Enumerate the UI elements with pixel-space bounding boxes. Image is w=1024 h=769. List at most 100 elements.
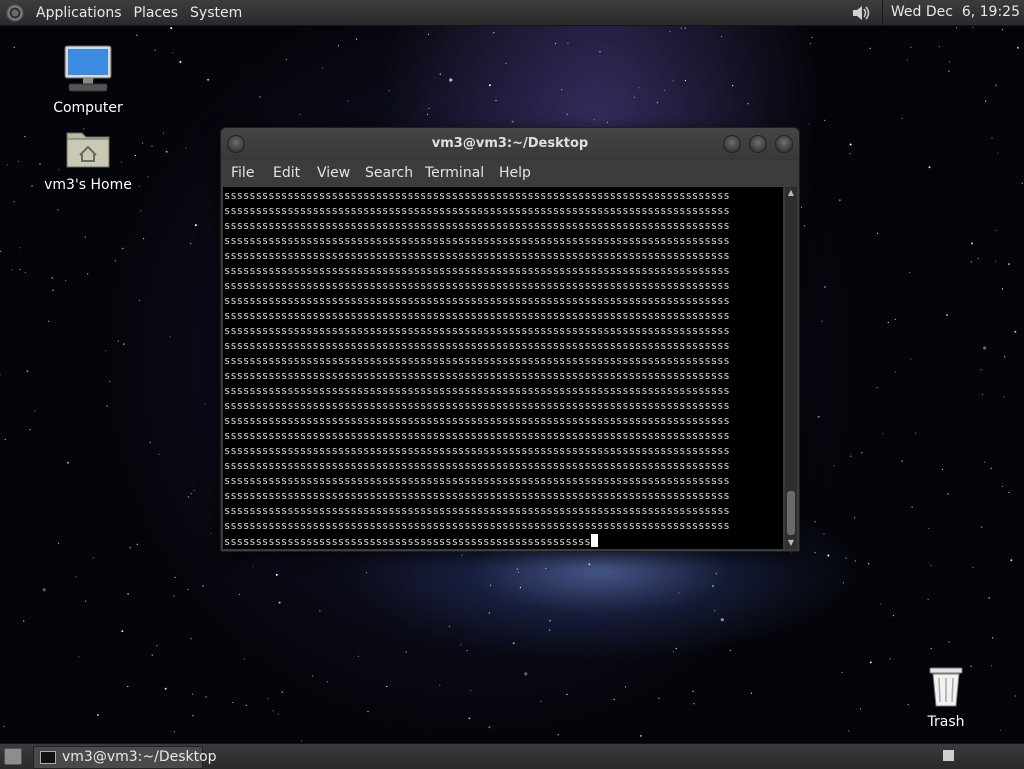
star (972, 26, 974, 28)
star (52, 289, 54, 291)
star (901, 117, 903, 120)
star (386, 685, 388, 688)
star (162, 132, 165, 134)
terminal-line: ssssssssssssssssssssssssssssssssssssssss… (224, 265, 730, 277)
star (42, 588, 46, 592)
star (490, 584, 492, 586)
star (849, 143, 852, 146)
desktop-icon-trash[interactable]: Trash (896, 664, 996, 730)
star (24, 271, 26, 273)
menu-view[interactable]: View (317, 165, 350, 181)
star (811, 36, 813, 39)
star (252, 565, 254, 567)
menu-search[interactable]: Search (365, 165, 413, 181)
terminal-line: ssssssssssssssssssssssssssssssssssssssss… (224, 520, 730, 532)
scroll-down-arrow-icon[interactable]: ▼ (786, 538, 796, 548)
star (17, 160, 19, 162)
scroll-thumb[interactable] (787, 491, 795, 535)
star (1004, 356, 1006, 358)
star (66, 461, 69, 464)
star (712, 585, 714, 587)
star (1001, 288, 1004, 290)
system-menu[interactable]: System (184, 5, 248, 21)
star (461, 554, 463, 556)
star (928, 166, 931, 169)
star (732, 85, 734, 87)
star (449, 78, 453, 82)
star (588, 563, 591, 566)
terminal-output[interactable]: ssssssssssssssssssssssssssssssssssssssss… (223, 187, 783, 549)
star (129, 546, 132, 549)
volume-icon[interactable] (850, 2, 872, 24)
terminal-line: ssssssssssssssssssssssssssssssssssssssss… (224, 385, 730, 397)
clock[interactable]: Wed Dec 6, 19:25 (881, 0, 1020, 25)
star (1015, 695, 1017, 697)
star (824, 119, 826, 121)
places-menu[interactable]: Places (128, 5, 185, 21)
maximize-button[interactable] (749, 135, 767, 153)
star (202, 585, 204, 587)
star (154, 49, 156, 51)
star (75, 576, 77, 578)
star (147, 176, 149, 178)
star (524, 672, 528, 676)
star (941, 468, 944, 470)
star (915, 432, 917, 434)
star (990, 467, 992, 469)
star (106, 405, 109, 408)
terminal-line: ssssssssssssssssssssssssssssssssssssssss… (224, 325, 730, 337)
star (845, 557, 847, 559)
star (1002, 485, 1004, 487)
star (854, 517, 856, 519)
star (985, 100, 987, 102)
terminal-line: ssssssssssssssssssssssssssssssssssssssss… (224, 370, 730, 382)
distro-logo-icon[interactable] (6, 3, 24, 22)
star (243, 658, 245, 660)
star (24, 136, 26, 138)
menu-file[interactable]: File (231, 165, 254, 181)
workspace-switcher[interactable] (942, 749, 955, 762)
star (729, 649, 731, 652)
terminal-line: ssssssssssssssssssssssssssssssssssssssss… (224, 460, 730, 472)
star (405, 651, 407, 653)
scroll-up-arrow-icon[interactable]: ▲ (786, 188, 796, 198)
star (750, 692, 753, 694)
star (156, 645, 158, 647)
star (19, 247, 21, 249)
close-button[interactable] (775, 135, 793, 153)
star (593, 119, 595, 121)
desktop-icon-home[interactable]: vm3's Home (38, 127, 138, 193)
star (448, 625, 450, 627)
minimize-button[interactable] (723, 135, 741, 153)
star (190, 243, 192, 245)
menu-edit[interactable]: Edit (273, 165, 300, 181)
star (194, 224, 197, 227)
desktop-icon-label: vm3's Home (44, 177, 132, 193)
star (267, 698, 269, 700)
star (205, 696, 207, 698)
star (675, 648, 677, 650)
terminal-menubar: File Edit View Search Terminal Help (221, 160, 799, 187)
star (109, 380, 111, 382)
star (187, 588, 189, 591)
show-desktop-icon[interactable] (4, 748, 22, 765)
star (848, 730, 850, 732)
applications-menu[interactable]: Applications (30, 5, 128, 21)
star (517, 571, 520, 573)
star (606, 121, 609, 124)
star (999, 729, 1002, 731)
menu-terminal[interactable]: Terminal (425, 165, 484, 181)
star (672, 651, 674, 653)
taskbar-window-button[interactable]: vm3@vm3:~/Desktop (33, 746, 217, 769)
star (980, 369, 982, 371)
terminal-scrollbar[interactable]: ▲ ▼ (785, 187, 797, 549)
star (337, 45, 340, 47)
title-bar[interactable]: vm3@vm3:~/Desktop (221, 128, 799, 160)
star (85, 600, 87, 602)
terminal-line: ssssssssssssssssssssssssssssssssssssssss… (224, 310, 730, 322)
star (127, 685, 129, 688)
desktop-icon-computer[interactable]: Computer (38, 44, 138, 116)
terminal-window[interactable]: vm3@vm3:~/Desktop File Edit View Search … (220, 127, 800, 552)
star (981, 393, 984, 395)
menu-help[interactable]: Help (499, 165, 531, 181)
